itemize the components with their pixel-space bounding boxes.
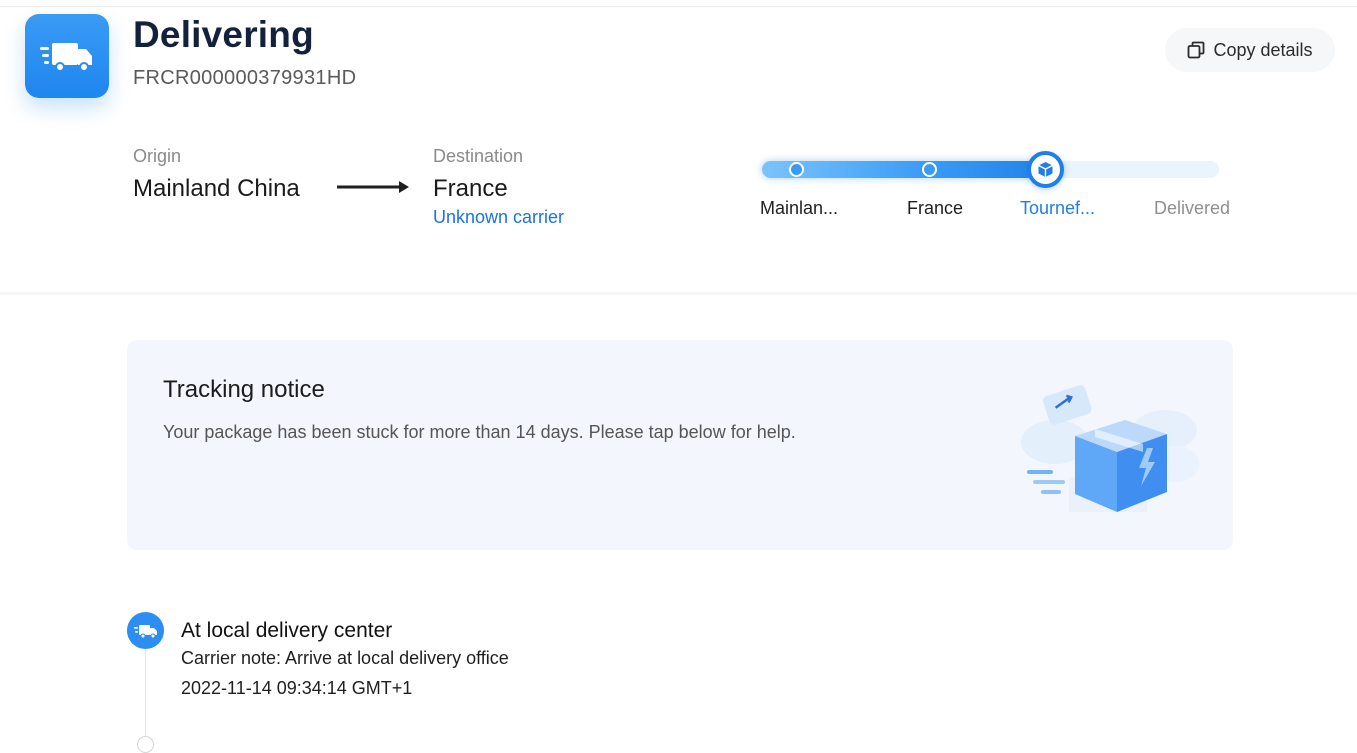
destination-value: France xyxy=(433,175,508,202)
progress-label-country: France xyxy=(907,198,964,218)
package-icon xyxy=(1038,162,1053,177)
timeline-event-note: Carrier note: Arrive at local delivery o… xyxy=(181,648,509,668)
tracking-notice-card[interactable]: Tracking notice Your package has been st… xyxy=(127,340,1233,550)
progress-current-step xyxy=(1027,151,1064,188)
destination-label: Destination xyxy=(433,146,524,166)
timeline-line xyxy=(145,648,146,741)
timeline-event-time: 2022-11-14 09:34:14 GMT+1 xyxy=(181,678,413,698)
progress-step-2-dot xyxy=(922,162,937,177)
progress-step-1-dot xyxy=(789,162,804,177)
progress-label-origin: Mainlan... xyxy=(760,198,839,218)
copy-icon xyxy=(1188,41,1205,59)
timeline-event-title: At local delivery center xyxy=(181,619,393,642)
timeline-next-dot xyxy=(137,736,154,753)
shipment-status-title: Delivering xyxy=(133,14,314,55)
carrier-link[interactable]: Unknown carrier xyxy=(433,207,564,228)
copy-details-label: Copy details xyxy=(1213,39,1313,60)
progress-label-current: Tournef... xyxy=(1020,198,1096,218)
notice-text: Your package has been stuck for more tha… xyxy=(163,422,796,442)
progress-track xyxy=(762,161,1219,178)
notice-title: Tracking notice xyxy=(163,376,325,403)
top-divider xyxy=(0,6,1357,7)
progress-label-delivered: Delivered xyxy=(1154,198,1231,218)
route-arrow-icon xyxy=(337,181,409,193)
origin-label: Origin xyxy=(133,146,182,166)
truck-icon xyxy=(133,624,157,638)
tracking-number: FRCR000000379931HD xyxy=(133,67,357,89)
origin-value: Mainland China xyxy=(133,175,300,202)
delivery-status-icon xyxy=(25,14,109,98)
copy-details-button[interactable]: Copy details xyxy=(1165,28,1335,72)
section-divider xyxy=(0,292,1357,295)
timeline-event-icon xyxy=(127,612,164,649)
progress-fill xyxy=(762,161,1062,178)
package-box-illustration xyxy=(1021,385,1199,512)
truck-icon xyxy=(40,43,92,72)
